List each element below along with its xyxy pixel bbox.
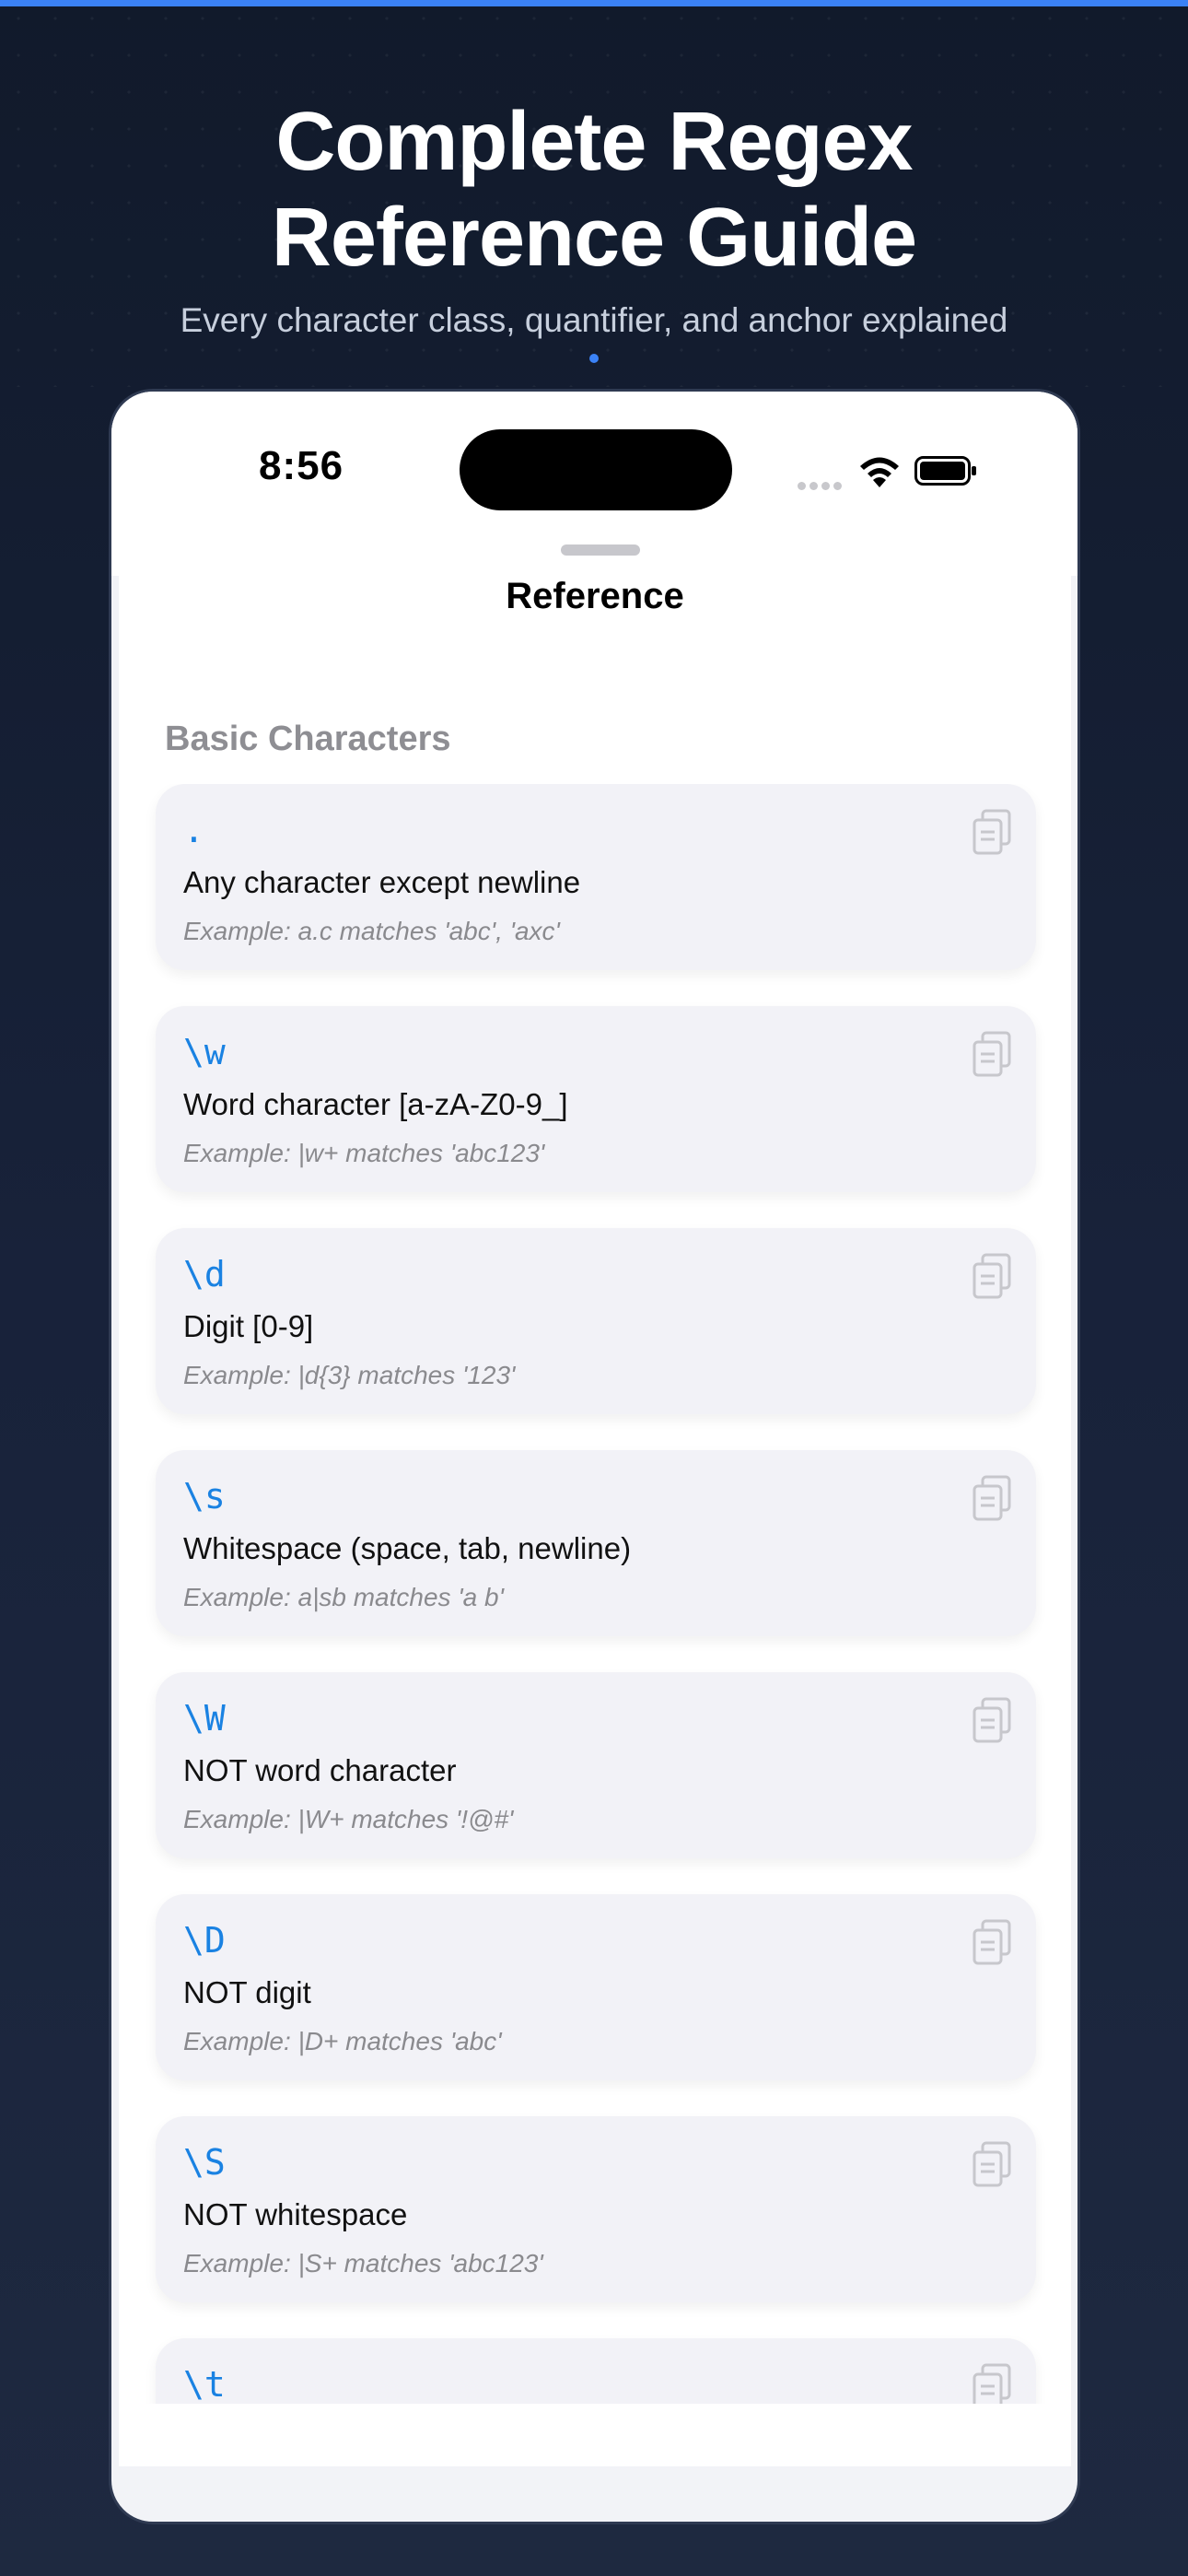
sheet-bottom-area bbox=[119, 2404, 1071, 2466]
wifi-icon bbox=[860, 457, 899, 487]
reference-card[interactable]: \W NOT word character Example: |W+ match… bbox=[156, 1672, 1036, 1858]
token-description: NOT digit bbox=[183, 1975, 311, 2009]
token-example: Example: |d{3} matches '123' bbox=[183, 1361, 516, 1389]
reference-card[interactable]: . Any character except newline Example: … bbox=[156, 784, 1036, 970]
dynamic-island bbox=[460, 429, 732, 510]
regex-token: \S bbox=[183, 2142, 226, 2183]
copy-icon[interactable] bbox=[972, 1696, 1012, 1744]
page-headline: Complete Regex Reference Guide bbox=[0, 94, 1188, 286]
token-description: Digit [0-9] bbox=[183, 1309, 314, 1343]
sheet-title: Reference bbox=[506, 576, 684, 616]
copy-icon[interactable] bbox=[972, 1474, 1012, 1522]
regex-token: \t bbox=[183, 2364, 226, 2404]
section-title: Basic Characters bbox=[165, 720, 451, 758]
copy-icon[interactable] bbox=[972, 2140, 1012, 2188]
token-description: Any character except newline bbox=[183, 865, 581, 899]
copy-icon[interactable] bbox=[972, 1252, 1012, 1300]
regex-token: \d bbox=[183, 1254, 226, 1294]
headline-line-1: Complete Regex bbox=[275, 96, 913, 188]
cellular-signal-icon bbox=[798, 482, 842, 490]
regex-token: . bbox=[183, 810, 204, 850]
reference-card[interactable]: \s Whitespace (space, tab, newline) Exam… bbox=[156, 1450, 1036, 1636]
token-example: Example: |W+ matches '!@#' bbox=[183, 1805, 514, 1833]
regex-token: \w bbox=[183, 1032, 226, 1072]
status-time: 8:56 bbox=[259, 443, 344, 488]
page-indicator-dot bbox=[589, 354, 599, 363]
regex-token: \D bbox=[183, 1920, 226, 1961]
token-example: Example: a.c matches 'abc', 'axc' bbox=[183, 917, 560, 945]
token-description: NOT whitespace bbox=[183, 2197, 408, 2231]
reference-card[interactable]: \w Word character [a-zA-Z0-9_] Example: … bbox=[156, 1006, 1036, 1192]
sheet-grabber[interactable] bbox=[561, 544, 640, 556]
reference-card[interactable]: \t bbox=[156, 2338, 1036, 2404]
copy-icon[interactable] bbox=[972, 2362, 1012, 2404]
token-example: Example: |D+ matches 'abc' bbox=[183, 2027, 502, 2055]
page-subtitle: Every character class, quantifier, and a… bbox=[180, 301, 1008, 339]
reference-card[interactable]: \D NOT digit Example: |D+ matches 'abc' bbox=[156, 1894, 1036, 2080]
token-example: Example: a|sb matches 'a b' bbox=[183, 1583, 504, 1611]
battery-icon bbox=[914, 456, 976, 486]
token-description: Word character [a-zA-Z0-9_] bbox=[183, 1087, 568, 1121]
token-example: Example: |w+ matches 'abc123' bbox=[183, 1139, 545, 1167]
token-description: NOT word character bbox=[183, 1753, 457, 1787]
regex-token: \W bbox=[183, 1698, 226, 1739]
copy-icon[interactable] bbox=[972, 808, 1012, 856]
reference-sheet: Reference Basic Characters . Any charact… bbox=[119, 535, 1071, 2466]
phone-frame: 8:56 Reference Basic Characters . Any ch… bbox=[109, 389, 1080, 2524]
copy-icon[interactable] bbox=[972, 1918, 1012, 1966]
regex-token: \s bbox=[183, 1476, 226, 1516]
copy-icon[interactable] bbox=[972, 1030, 1012, 1078]
reference-card[interactable]: \d Digit [0-9] Example: |d{3} matches '1… bbox=[156, 1228, 1036, 1414]
reference-list[interactable]: . Any character except newline Example: … bbox=[119, 784, 1071, 2404]
token-example: Example: |S+ matches 'abc123' bbox=[183, 2249, 543, 2277]
headline-line-2: Reference Guide bbox=[271, 192, 917, 284]
reference-card[interactable]: \S NOT whitespace Example: |S+ matches '… bbox=[156, 2116, 1036, 2302]
token-description: Whitespace (space, tab, newline) bbox=[183, 1531, 632, 1565]
